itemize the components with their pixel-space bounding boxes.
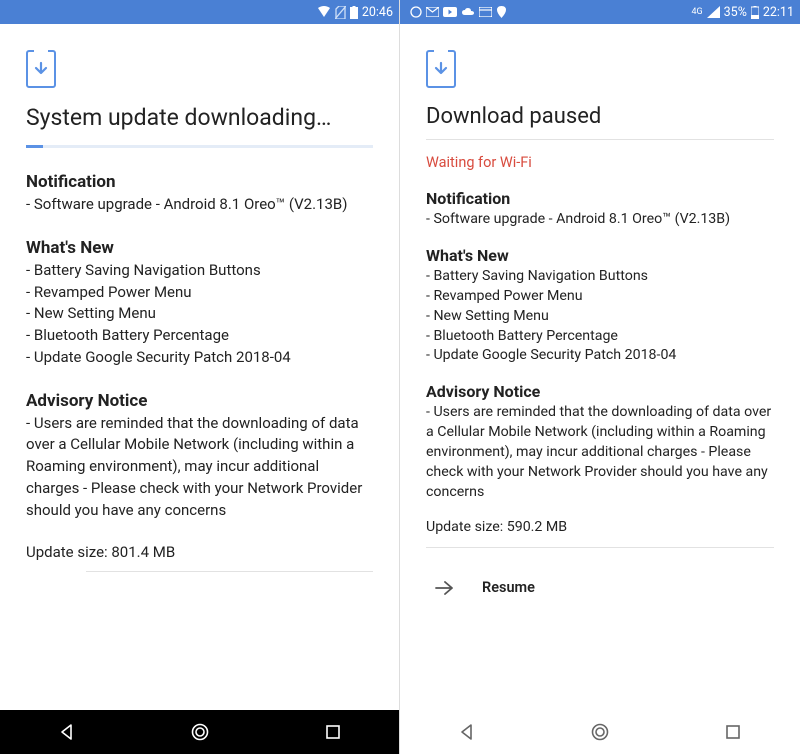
cloud-icon <box>461 7 475 17</box>
signal-type: 4G <box>691 8 702 17</box>
advisory-text: - Users are reminded that the downloadin… <box>426 403 774 502</box>
whatsnew-section: What's New - Battery Saving Navigation B… <box>426 246 774 366</box>
page-title: System update downloading… <box>26 104 373 131</box>
whatsnew-heading: What's New <box>426 246 774 265</box>
recents-button[interactable] <box>313 724 353 740</box>
no-sim-icon <box>335 6 346 19</box>
status-bar-right: 4G 35% 22:11 <box>400 0 800 24</box>
download-progress <box>26 145 373 148</box>
youtube-icon <box>443 7 457 17</box>
system-update-icon <box>26 50 56 88</box>
notification-section: Notification - Software upgrade - Androi… <box>426 189 774 230</box>
page-title: Download paused <box>426 104 774 129</box>
home-button[interactable] <box>180 722 220 742</box>
divider <box>426 547 774 548</box>
update-size: Update size: 590.2 MB <box>426 519 774 535</box>
whatsnew-section: What's New - Battery Saving Navigation B… <box>26 238 373 369</box>
signal-icon <box>707 6 720 18</box>
progress-fill <box>26 145 43 148</box>
notification-text: - Software upgrade - Android 8.1 Oreo™ (… <box>426 210 774 230</box>
battery-icon <box>751 6 759 19</box>
phone-left: 20:46 System update downloading… Notific… <box>0 0 400 754</box>
content-left: System update downloading… Notification … <box>0 24 399 710</box>
list-item: - Bluetooth Battery Percentage <box>26 325 373 347</box>
status-bar-left: 20:46 <box>0 0 399 24</box>
advisory-section: Advisory Notice - Users are reminded tha… <box>26 391 373 522</box>
nav-bar-right <box>400 710 800 754</box>
battery-percent: 35% <box>724 5 747 20</box>
divider <box>86 571 373 572</box>
arrow-right-icon <box>434 576 454 600</box>
resume-label: Resume <box>482 579 535 596</box>
advisory-section: Advisory Notice - Users are reminded tha… <box>426 382 774 502</box>
back-button[interactable] <box>47 723 87 741</box>
list-item: - New Setting Menu <box>426 307 774 327</box>
wifi-icon <box>317 6 331 18</box>
nav-bar-left <box>0 710 399 754</box>
status-time: 22:11 <box>763 5 794 20</box>
advisory-heading: Advisory Notice <box>426 382 774 401</box>
update-size: Update size: 801.4 MB <box>26 543 373 561</box>
notification-icon <box>410 6 422 18</box>
list-item: - Update Google Security Patch 2018-04 <box>26 347 373 369</box>
gmail-icon <box>426 7 439 17</box>
advisory-text: - Users are reminded that the downloadin… <box>26 413 373 522</box>
maps-icon <box>496 6 507 18</box>
status-time: 20:46 <box>362 5 393 20</box>
notification-heading: Notification <box>26 172 373 192</box>
recents-button[interactable] <box>713 724 753 740</box>
card-icon <box>479 7 492 17</box>
system-update-icon <box>426 50 456 88</box>
notification-section: Notification - Software upgrade - Androi… <box>26 172 373 216</box>
list-item: - Revamped Power Menu <box>26 282 373 304</box>
list-item: - Battery Saving Navigation Buttons <box>26 260 373 282</box>
resume-button[interactable]: Resume <box>426 562 774 600</box>
notification-text: - Software upgrade - Android 8.1 Oreo™ (… <box>26 194 373 216</box>
whatsnew-heading: What's New <box>26 238 373 258</box>
list-item: - Update Google Security Patch 2018-04 <box>426 346 774 366</box>
advisory-heading: Advisory Notice <box>26 391 373 411</box>
battery-icon <box>350 6 358 19</box>
phone-right: 4G 35% 22:11 Download paused Waiting for… <box>400 0 800 754</box>
content-right: Download paused Waiting for Wi-Fi Notifi… <box>400 24 800 710</box>
home-button[interactable] <box>580 722 620 742</box>
back-button[interactable] <box>447 723 487 741</box>
list-item: - Revamped Power Menu <box>426 287 774 307</box>
list-item: - New Setting Menu <box>26 303 373 325</box>
list-item: - Bluetooth Battery Percentage <box>426 327 774 347</box>
notification-heading: Notification <box>426 189 774 208</box>
wait-message: Waiting for Wi-Fi <box>426 154 774 171</box>
list-item: - Battery Saving Navigation Buttons <box>426 267 774 287</box>
divider <box>426 139 774 140</box>
